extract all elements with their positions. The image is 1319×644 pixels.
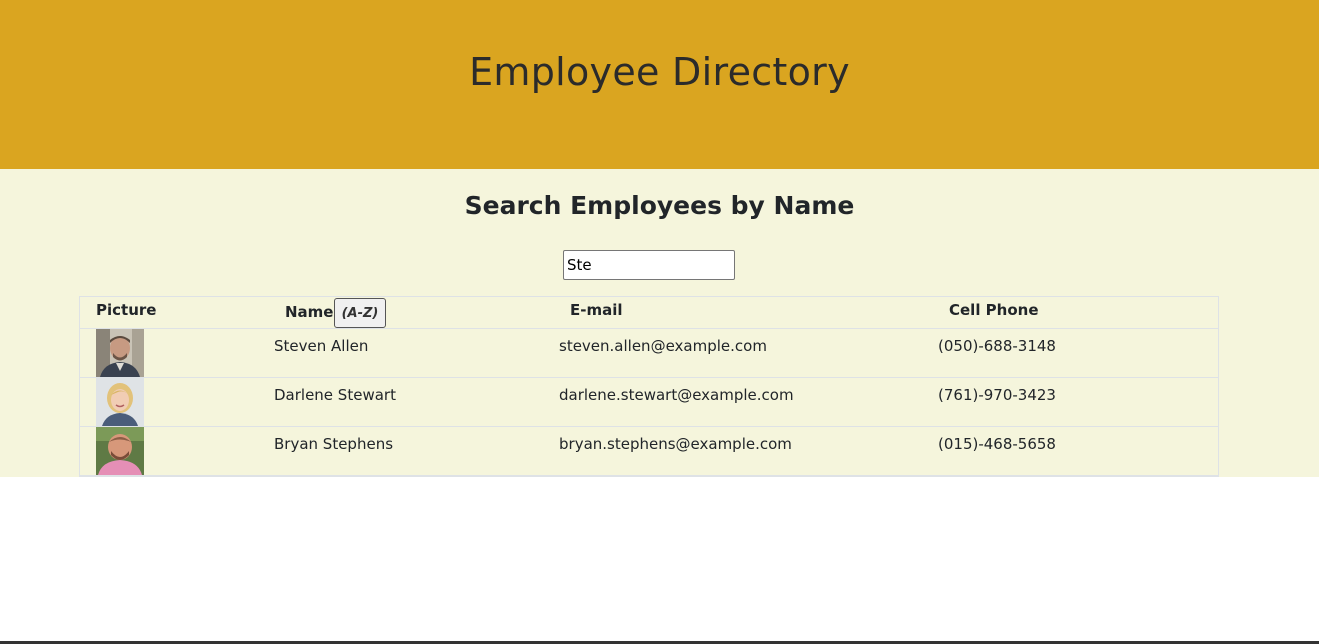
employee-email: darlene.stewart@example.com [559, 386, 794, 404]
page-header: Employee Directory [0, 0, 1319, 169]
employee-phone: (050)-688-3148 [938, 337, 1056, 355]
search-input[interactable] [563, 250, 735, 280]
column-header-picture: Picture [96, 301, 157, 319]
employee-photo [96, 329, 144, 377]
search-heading: Search Employees by Name [464, 191, 855, 220]
employee-phone: (015)-468-5658 [938, 435, 1056, 453]
column-header-phone: Cell Phone [949, 301, 1039, 319]
employee-name: Steven Allen [274, 337, 369, 355]
employee-email: bryan.stephens@example.com [559, 435, 792, 453]
employee-table: Picture Name (A-Z) E-mail Cell Phone Ste… [79, 296, 1219, 477]
sort-name-button[interactable]: (A-Z) [334, 298, 386, 328]
employee-phone: (761)-970-3423 [938, 386, 1056, 404]
table-header: Picture Name (A-Z) E-mail Cell Phone [80, 297, 1218, 329]
column-header-email: E-mail [570, 301, 623, 319]
table-row: Steven Allen steven.allen@example.com (0… [80, 329, 1218, 378]
table-row: Darlene Stewart darlene.stewart@example.… [80, 378, 1218, 427]
employee-name: Darlene Stewart [274, 386, 396, 404]
table-row: Bryan Stephens bryan.stephens@example.co… [80, 427, 1218, 476]
employee-photo [96, 427, 144, 475]
main-section: Search Employees by Name Picture Name (A… [0, 169, 1319, 477]
column-header-name: Name [285, 303, 334, 321]
employee-photo [96, 378, 144, 426]
employee-email: steven.allen@example.com [559, 337, 767, 355]
page-title: Employee Directory [469, 50, 850, 94]
employee-name: Bryan Stephens [274, 435, 394, 453]
